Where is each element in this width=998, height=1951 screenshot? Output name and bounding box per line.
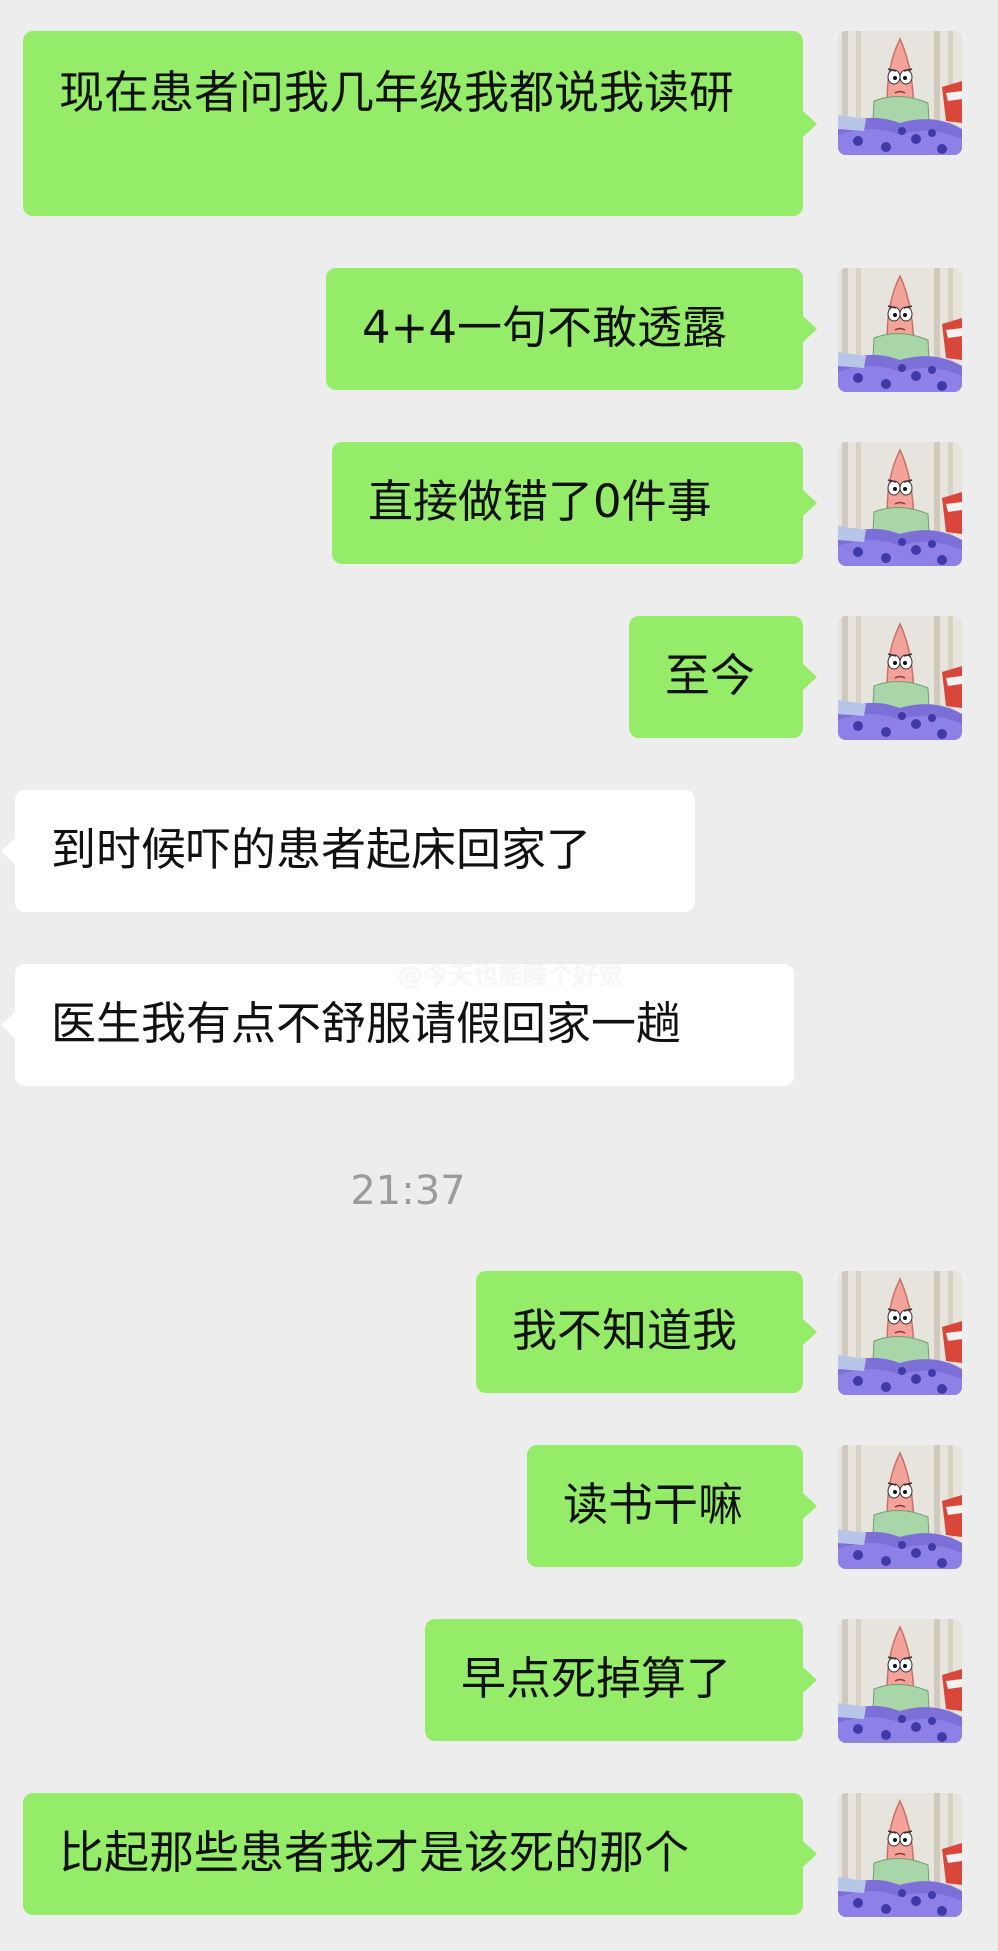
message-bubble-sent[interactable]: 我不知道我 [476,1271,817,1393]
patrick-star-avatar-icon[interactable] [838,268,962,392]
message-bubble-sent[interactable]: 早点死掉算了 [425,1619,817,1741]
message-bubble-received[interactable]: 到时候吓的患者起床回家了 [1,790,695,912]
patrick-star-avatar-icon[interactable] [838,1271,962,1395]
message-bubble-sent[interactable]: 比起那些患者我才是该死的那个 [23,1793,817,1915]
message-bubble-sent[interactable]: 至今 [629,616,817,738]
message-bubble-sent[interactable]: 现在患者问我几年级我都说我读研 [23,31,817,216]
weibo-icon [360,962,396,988]
patrick-star-avatar-icon[interactable] [838,442,962,566]
chat-area: 现在患者问我几年级我都说我读研 4+4一句不敢透露 直接做错了0件事 至今 到时… [0,0,998,1951]
patrick-star-avatar-icon[interactable] [838,616,962,740]
patrick-star-avatar-icon[interactable] [838,1445,962,1569]
message-bubble-sent[interactable]: 4+4一句不敢透露 [326,268,817,390]
watermark: @今天也能睡个好觉 [360,958,623,994]
message-bubble-sent[interactable]: 读书干嘛 [527,1445,817,1567]
patrick-star-avatar-icon[interactable] [838,31,962,155]
watermark-text: @今天也能睡个好觉 [398,961,624,990]
message-bubble-sent[interactable]: 直接做错了0件事 [332,442,817,564]
timestamp: 21:37 [350,1168,466,1214]
patrick-star-avatar-icon[interactable] [838,1793,962,1917]
patrick-star-avatar-icon[interactable] [838,1619,962,1743]
